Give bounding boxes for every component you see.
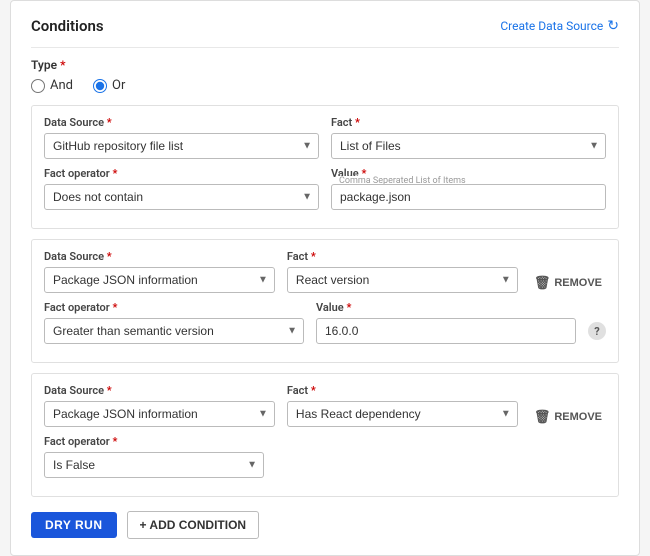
panel-title: Conditions [31, 17, 104, 35]
condition-block-2: Data Source * Package JSON information ▼… [31, 239, 619, 363]
condition1-value-wrapper: Comma Seperated List of Items [331, 184, 606, 210]
condition2-fact-group: Fact * React version ▼ [287, 250, 518, 293]
radio-and-input[interactable] [31, 79, 45, 93]
header-divider [31, 47, 619, 48]
condition3-datasource-group: Data Source * Package JSON information ▼ [44, 384, 275, 427]
create-datasource-link[interactable]: Create Data Source ↻ [500, 18, 619, 34]
condition1-row1: Data Source * GitHub repository file lis… [44, 116, 606, 159]
condition3-trash-icon: 🗑 [534, 409, 551, 425]
condition1-operator-select-wrapper: Does not contain ▼ [44, 184, 319, 210]
condition1-fact-select-wrapper: List of Files ▼ [331, 133, 606, 159]
condition2-row2: Fact operator * Greater than semantic ve… [44, 301, 606, 344]
condition2-value-group: Value * [316, 301, 576, 344]
condition2-datasource-group: Data Source * Package JSON information ▼ [44, 250, 275, 293]
radio-and-label: And [50, 78, 73, 93]
condition2-value-label: Value * [316, 301, 576, 314]
condition2-fact-label: Fact * [287, 250, 518, 263]
condition2-datasource-select[interactable]: Package JSON information [44, 267, 275, 293]
condition-block-1: Data Source * GitHub repository file lis… [31, 105, 619, 229]
condition3-operator-select-wrapper: Is False ▼ [44, 452, 264, 478]
dry-run-button[interactable]: DRY RUN [31, 512, 117, 538]
condition1-fact-select[interactable]: List of Files [331, 133, 606, 159]
type-radio-group: And Or [31, 78, 619, 93]
condition2-datasource-select-wrapper: Package JSON information ▼ [44, 267, 275, 293]
condition1-datasource-group: Data Source * GitHub repository file lis… [44, 116, 319, 159]
condition1-fact-group: Fact * List of Files ▼ [331, 116, 606, 159]
condition1-fact-label: Fact * [331, 116, 606, 129]
radio-or-input[interactable] [93, 79, 107, 93]
condition1-operator-label: Fact operator * [44, 167, 319, 180]
condition3-datasource-select[interactable]: Package JSON information [44, 401, 275, 427]
condition2-remove-button[interactable]: 🗑 REMOVE [530, 273, 606, 293]
condition-block-3: Data Source * Package JSON information ▼… [31, 373, 619, 497]
footer-buttons: DRY RUN + ADD CONDITION [31, 511, 619, 539]
condition3-remove-button[interactable]: 🗑 REMOVE [530, 407, 606, 427]
condition3-fact-group: Fact * Has React dependency ▼ [287, 384, 518, 427]
radio-or[interactable]: Or [93, 78, 125, 93]
condition2-remove-label: REMOVE [554, 277, 602, 289]
condition2-operator-label: Fact operator * [44, 301, 304, 314]
condition3-fact-select[interactable]: Has React dependency [287, 401, 518, 427]
condition1-value-group: Value * Comma Seperated List of Items [331, 167, 606, 210]
condition2-operator-select-wrapper: Greater than semantic version ▼ [44, 318, 304, 344]
condition1-operator-group: Fact operator * Does not contain ▼ [44, 167, 319, 210]
condition1-datasource-select-wrapper: GitHub repository file list ▼ [44, 133, 319, 159]
condition2-fact-select[interactable]: React version [287, 267, 518, 293]
condition3-fact-label: Fact * [287, 384, 518, 397]
condition2-operator-select[interactable]: Greater than semantic version [44, 318, 304, 344]
condition3-fact-select-wrapper: Has React dependency ▼ [287, 401, 518, 427]
condition2-fact-select-wrapper: React version ▼ [287, 267, 518, 293]
panel-header: Conditions Create Data Source ↻ [31, 17, 619, 35]
type-label: Type * [31, 58, 619, 72]
condition2-value-input[interactable] [316, 318, 576, 344]
create-datasource-label: Create Data Source [500, 19, 603, 33]
condition3-remove-label: REMOVE [554, 411, 602, 423]
condition3-datasource-label: Data Source * [44, 384, 275, 397]
condition3-operator-group: Fact operator * Is False ▼ [44, 435, 606, 478]
condition3-row2: Fact operator * Is False ▼ [44, 435, 606, 478]
condition1-operator-select[interactable]: Does not contain [44, 184, 319, 210]
refresh-icon: ↻ [607, 18, 619, 34]
condition1-datasource-label: Data Source * [44, 116, 319, 129]
condition2-operator-group: Fact operator * Greater than semantic ve… [44, 301, 304, 344]
condition2-help-icon[interactable]: ? [588, 322, 606, 340]
condition1-value-label: Value * [331, 167, 606, 180]
condition3-datasource-select-wrapper: Package JSON information ▼ [44, 401, 275, 427]
condition3-operator-select[interactable]: Is False [44, 452, 264, 478]
condition3-row1: Data Source * Package JSON information ▼… [44, 384, 606, 427]
radio-and[interactable]: And [31, 78, 73, 93]
condition2-row1: Data Source * Package JSON information ▼… [44, 250, 606, 293]
condition1-datasource-select[interactable]: GitHub repository file list [44, 133, 319, 159]
condition3-operator-label: Fact operator * [44, 435, 606, 448]
radio-or-label: Or [112, 78, 125, 93]
condition1-value-input[interactable] [331, 184, 606, 210]
condition2-datasource-label: Data Source * [44, 250, 275, 263]
condition1-row2: Fact operator * Does not contain ▼ Value… [44, 167, 606, 210]
add-condition-button[interactable]: + ADD CONDITION [127, 511, 260, 539]
conditions-panel: Conditions Create Data Source ↻ Type * A… [10, 0, 640, 556]
condition2-trash-icon: 🗑 [534, 275, 551, 291]
